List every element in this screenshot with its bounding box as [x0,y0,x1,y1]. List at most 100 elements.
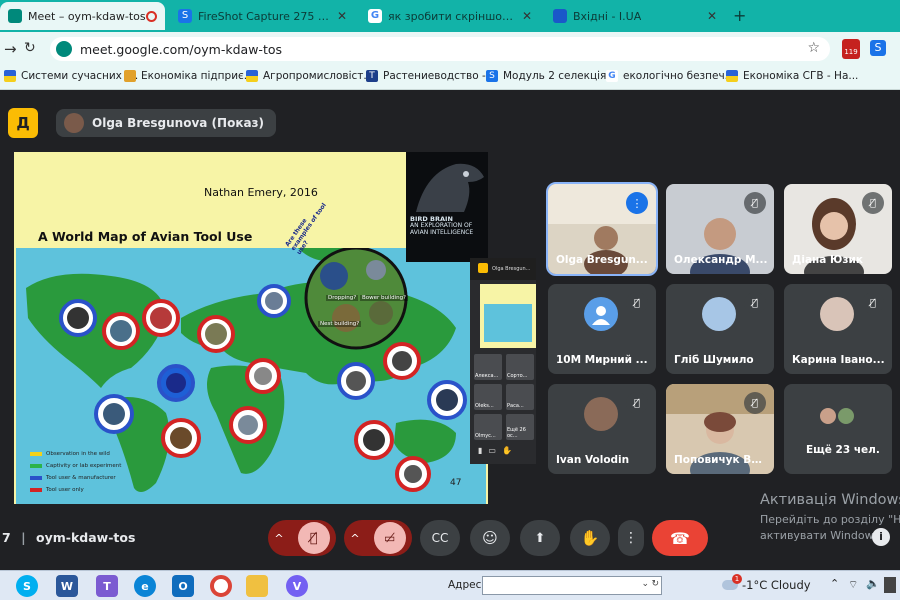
meet-icon [8,9,22,23]
tab-fireshot-label: FireShot Capture 275 - Meet – о [198,9,331,23]
participant-tile[interactable]: 🎙̸ Ivan Volodin [548,384,656,474]
participant-tile[interactable]: 🎙̸ Діана Юзик [784,184,892,274]
tab-iua[interactable]: Вхідні - I.UA ✕ [545,2,725,30]
edge-icon[interactable]: e [134,575,156,597]
camera-control[interactable]: ^ ▭̸ [344,520,412,556]
present-screen-icon[interactable]: ⬆ [520,520,560,556]
meeting-prefix: 7 [2,530,11,545]
pip-participant[interactable]: Oleks... [474,384,502,410]
speaking-indicator-icon: ⋮ [626,192,648,214]
activation-line: Перейдіть до розділу "На [760,513,900,526]
participant-tile[interactable]: ⋮ Olga Bresgun... [546,182,658,276]
info-icon[interactable]: i [872,528,890,546]
emoji-icon[interactable]: ☺ [470,520,510,556]
file-explorer-icon[interactable] [246,575,268,597]
legend-swatch [30,464,42,468]
slide-title: A World Map of Avian Tool Use [38,229,253,244]
outlook-icon[interactable]: O [172,575,194,597]
language-indicator[interactable] [884,577,896,593]
pip-participant[interactable]: Раса... [506,384,534,410]
tab-google-label: як зробити скріншот на ноутбу [388,9,516,23]
bookmark-item[interactable]: Агропромисловіст... [246,70,373,82]
refresh-icon[interactable]: ↻ [651,579,659,589]
weather-widget[interactable]: 1 -1°C Cloudy [722,574,811,592]
bird-circle [59,299,97,337]
google-icon: G [606,70,618,82]
bookmark-item[interactable]: Gекологічно безпеч... [606,70,735,82]
pip-controls[interactable]: ▮▭✋ [478,446,518,455]
bird-circle [161,418,201,458]
meet-logo[interactable]: Д [8,108,38,138]
address-input[interactable]: ⌄ ↻ [482,576,662,595]
calendar-extension-icon[interactable]: 119 [842,39,860,59]
skype-icon[interactable]: S [16,575,38,597]
tab-google-search[interactable]: G як зробити скріншот на ноутбу ✕ [360,2,540,30]
bookmark-label: Системи сучасних і... [21,70,139,82]
circle-label: Nest building? [318,321,362,327]
pip-participant[interactable]: Алекса... [474,354,502,380]
avatar [818,406,838,426]
separator: | [21,530,26,545]
participant-tile[interactable]: 🎙̸ 10M Мирний ... [548,284,656,374]
bird-circle [383,342,421,380]
bookmark-item[interactable]: T Растениеводство -... [366,70,496,82]
close-icon[interactable]: ✕ [516,9,532,23]
presentation-slide: Nathan Emery, 2016 A World Map of Avian … [14,152,488,504]
pip-participant[interactable]: Ещё 26 ос... [506,414,534,440]
google-icon: G [368,9,382,23]
more-options-icon[interactable]: ⋮ [618,520,644,556]
book-cover-image: BIRD BRAIN AN EXPLORATION OF AVIAN INTEL… [406,152,488,262]
participant-tile[interactable]: 🎙̸ Карина Івано... [784,284,892,374]
bookmark-item[interactable]: Системи сучасних і... [4,70,138,82]
legend-item: Tool user only [30,484,121,496]
word-icon[interactable]: W [56,575,78,597]
participant-tile[interactable]: 🎙̸ Олександр М... [666,184,774,274]
bookmark-item[interactable]: Економіка підприє... [124,70,254,82]
captions-icon[interactable]: CC [420,520,460,556]
legend-label: Tool user only [46,487,84,493]
viber-icon[interactable]: V [286,575,308,597]
recording-icon [146,10,157,22]
more-participants-tile[interactable]: Ещё 23 чел. [784,384,892,474]
teams-icon[interactable]: T [96,575,118,597]
chevron-up-icon[interactable]: ⌃ [830,577,839,590]
presenter-label: Olga Bresgunova (Показ) [92,116,265,130]
leave-call-button[interactable]: ☎ [652,520,708,556]
tab-fireshot[interactable]: S FireShot Capture 275 - Meet – о ✕ [170,2,355,30]
bookmark-item[interactable]: S Модуль 2 селекція... [486,70,616,82]
close-icon[interactable]: ✕ [331,9,347,23]
speaker-icon[interactable]: 🔈 [866,577,880,590]
site-info-icon[interactable] [56,41,72,57]
bird-circle [229,406,267,444]
raise-hand-icon[interactable]: ✋ [570,520,610,556]
presenter-chip[interactable]: Olga Bresgunova (Показ) [56,109,277,137]
mic-off-icon: 🎙̸ [862,292,884,314]
mic-off-icon: 🎙̸ [626,292,648,314]
meeting-code: 7 | oym-kdaw-tos [2,530,135,545]
camera-off-icon[interactable]: ▭̸ [373,522,406,554]
new-tab-button[interactable]: + [733,6,746,25]
bookmark-item[interactable]: Економіка СГВ - На... [726,70,858,82]
back-icon[interactable]: → [4,40,17,58]
close-icon[interactable]: ✕ [701,9,717,23]
fireshot-icon: S [178,9,192,23]
participant-tile[interactable]: 🎙̸ Поповичук Ва... [666,384,774,474]
network-icon[interactable]: ⌔ [848,578,858,592]
fireshot-extension-icon[interactable]: S [870,40,886,56]
pip-participant[interactable]: Olmyc... [474,414,502,440]
reload-icon[interactable]: ↻ [24,40,36,56]
chevron-up-icon[interactable]: ^ [274,532,283,545]
bookmark-star-icon[interactable]: ☆ [807,40,820,56]
chrome-icon[interactable] [210,575,232,597]
bookmark-label: Модуль 2 селекція... [503,70,617,82]
bird-circle [197,315,235,353]
pip-participant[interactable]: Сорто... [506,354,534,380]
chevron-down-icon[interactable]: ⌄ [641,579,649,589]
tab-meet[interactable]: Meet – oym-kdaw-tos [0,2,165,30]
mic-off-icon[interactable]: 🎙̸ [297,522,330,554]
participant-tile[interactable]: 🎙̸ Гліб Шумило [666,284,774,374]
bird-circle [354,420,394,460]
chevron-up-icon[interactable]: ^ [350,532,359,545]
mic-control[interactable]: ^ 🎙̸ [268,520,336,556]
address-bar[interactable]: meet.google.com/oym-kdaw-tos ☆ [50,37,830,61]
